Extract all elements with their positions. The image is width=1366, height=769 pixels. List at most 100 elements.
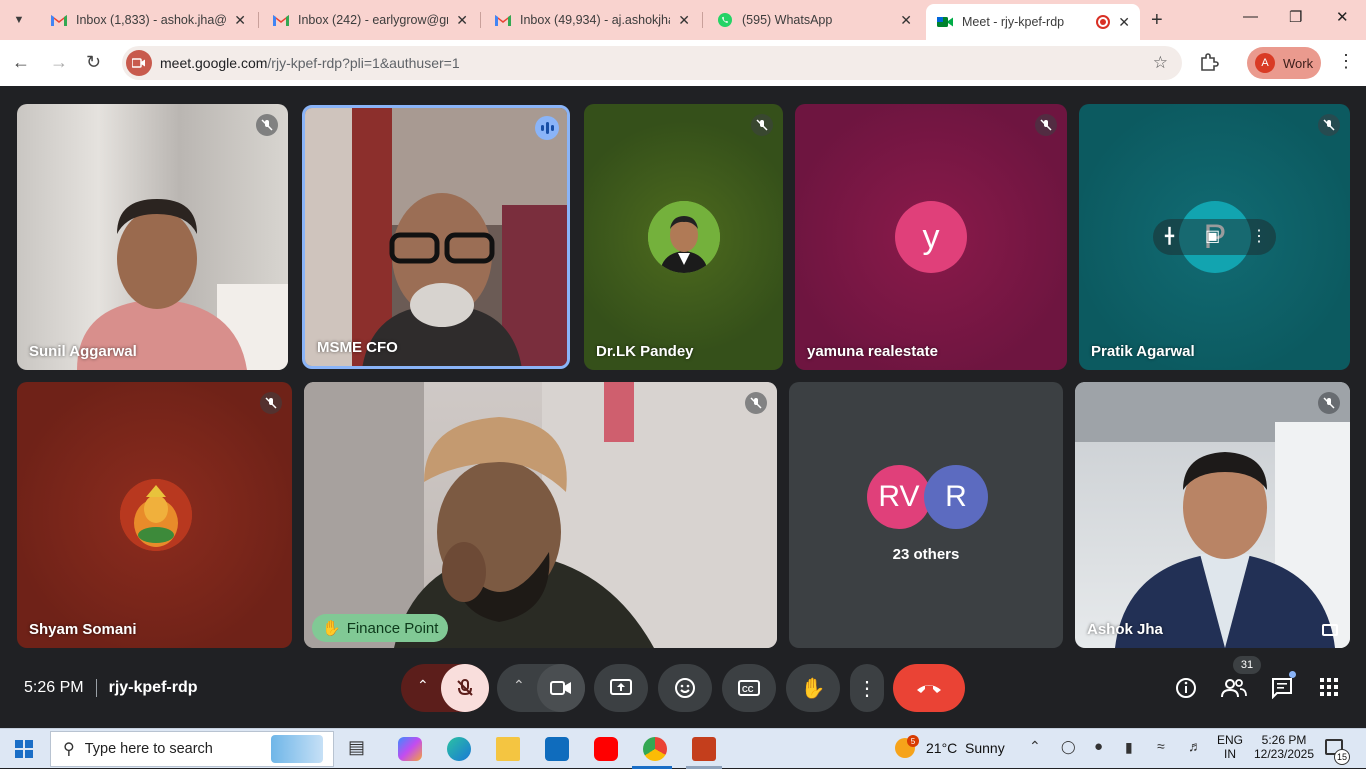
powerpoint-icon[interactable] bbox=[692, 737, 716, 761]
camera-icon bbox=[550, 681, 571, 695]
taskbar-clock[interactable]: 5:26 PM 12/23/2025 bbox=[1251, 733, 1317, 761]
close-tab-icon[interactable]: ✕ bbox=[456, 12, 468, 29]
copilot-icon[interactable] bbox=[398, 737, 422, 761]
edge-browser-icon[interactable] bbox=[447, 737, 471, 761]
tile-hover-menu: ╋ ▣ ⋮ bbox=[1153, 219, 1276, 255]
leave-call-button[interactable] bbox=[893, 664, 965, 712]
tab-meet-active[interactable]: Meet - rjy-kpef-rdp ✕ bbox=[926, 4, 1140, 40]
mic-off-icon bbox=[260, 392, 282, 414]
camera-toggle-button[interactable] bbox=[537, 664, 585, 712]
weather-desc[interactable]: Sunny bbox=[965, 740, 1005, 756]
tab-whatsapp[interactable]: (595) WhatsApp ✕ bbox=[706, 4, 922, 36]
youtube-icon[interactable] bbox=[594, 737, 618, 761]
participant-tile[interactable]: Shyam Somani bbox=[17, 382, 292, 648]
mic-control-group: ⌃ bbox=[401, 664, 489, 712]
outlook-icon[interactable] bbox=[545, 737, 569, 761]
fullscreen-icon[interactable]: ▣ bbox=[1205, 226, 1220, 246]
taskbar-search-box[interactable]: ⚲ Type here to search bbox=[50, 731, 334, 767]
search-icon: ⚲ bbox=[63, 741, 75, 758]
present-screen-button[interactable] bbox=[594, 664, 648, 712]
more-options-button[interactable]: ⋮ bbox=[850, 664, 884, 712]
chat-button[interactable] bbox=[1271, 671, 1296, 704]
apps-grid-icon bbox=[1320, 678, 1338, 696]
task-view-icon[interactable]: ▤ bbox=[348, 737, 372, 761]
mic-off-icon bbox=[1035, 114, 1057, 136]
meeting-details-button[interactable] bbox=[1175, 677, 1197, 704]
participant-tile[interactable]: Sunil Aggarwal bbox=[17, 104, 288, 370]
captions-button[interactable]: CC bbox=[722, 664, 776, 712]
weather-temp[interactable]: 21°C bbox=[926, 740, 957, 756]
mic-toggle-button[interactable] bbox=[441, 664, 489, 712]
camera-control-group: ⌃ bbox=[497, 664, 585, 712]
chrome-icon[interactable] bbox=[643, 737, 667, 761]
participant-name: Shyam Somani bbox=[29, 621, 137, 638]
whatsapp-icon bbox=[718, 13, 732, 27]
participant-avatar: y bbox=[895, 201, 967, 273]
tab-divider bbox=[258, 12, 259, 28]
browser-menu-icon[interactable]: ⋮ bbox=[1337, 51, 1355, 72]
close-tab-icon[interactable]: ✕ bbox=[678, 12, 690, 29]
bookmark-star-icon[interactable]: ☆ bbox=[1153, 53, 1168, 73]
participant-tile[interactable]: ✋ Finance Point bbox=[304, 382, 777, 648]
others-avatar: R bbox=[924, 465, 988, 529]
search-highlight-image bbox=[271, 735, 323, 763]
mic-off-icon bbox=[745, 392, 767, 414]
clock-date: 12/23/2025 bbox=[1253, 747, 1315, 761]
tab-gmail-1[interactable]: Inbox (1,833) - ashok.jha@re ✕ bbox=[40, 4, 256, 36]
browser-toolbar: ← → ↻ meet.google.com/rjy-kpef-rdp?pli=1… bbox=[0, 40, 1366, 86]
tab-gmail-2[interactable]: Inbox (242) - earlygrow@gm ✕ bbox=[262, 4, 478, 36]
tray-chevron-up-icon[interactable]: ⌃ bbox=[1029, 738, 1041, 755]
others-tile[interactable]: RV R 23 others bbox=[789, 382, 1063, 648]
speaking-indicator-icon bbox=[535, 116, 559, 140]
svg-text:CC: CC bbox=[742, 685, 754, 694]
participant-name: Pratik Agarwal bbox=[1091, 343, 1195, 360]
camera-options-chevron-icon[interactable]: ⌃ bbox=[513, 677, 525, 694]
participant-tile-speaking[interactable]: MSME CFO bbox=[302, 105, 570, 369]
participant-video bbox=[304, 382, 777, 648]
extensions-puzzle-icon[interactable] bbox=[1199, 52, 1219, 72]
mic-off-icon bbox=[1318, 392, 1340, 414]
raise-hand-button[interactable]: ✋ bbox=[786, 664, 840, 712]
minimize-icon[interactable]: — bbox=[1243, 8, 1258, 25]
participant-tile[interactable]: y yamuna realestate bbox=[795, 104, 1067, 370]
tray-wifi-icon[interactable]: ≈ bbox=[1157, 738, 1165, 754]
tab-divider bbox=[702, 12, 703, 28]
activities-button[interactable] bbox=[1319, 677, 1339, 702]
people-button[interactable] bbox=[1221, 677, 1247, 704]
url-host: meet.google.com bbox=[160, 55, 268, 71]
back-arrow-icon[interactable]: ← bbox=[12, 52, 30, 73]
participant-tile[interactable]: Ashok Jha bbox=[1075, 382, 1350, 648]
language-indicator[interactable]: ENG IN bbox=[1216, 733, 1244, 761]
forward-arrow-icon[interactable]: → bbox=[50, 52, 68, 73]
profile-chip[interactable]: A Work bbox=[1247, 47, 1321, 79]
tray-battery-icon[interactable]: ▮ bbox=[1125, 739, 1133, 756]
participant-tile[interactable]: Dr.LK Pandey bbox=[584, 104, 783, 370]
close-window-icon[interactable]: ✕ bbox=[1336, 8, 1349, 26]
new-tab-button[interactable]: + bbox=[1151, 10, 1163, 30]
restore-icon[interactable]: ❐ bbox=[1289, 8, 1302, 26]
more-vert-icon: ⋮ bbox=[857, 677, 877, 700]
file-explorer-icon[interactable] bbox=[496, 737, 520, 761]
tab-gmail-3[interactable]: Inbox (49,934) - aj.ashokjha( ✕ bbox=[484, 4, 700, 36]
close-tab-icon[interactable]: ✕ bbox=[1118, 14, 1130, 31]
tray-volume-icon[interactable]: ♬ bbox=[1188, 738, 1202, 754]
tray-camera-icon[interactable]: ◯ bbox=[1061, 739, 1076, 755]
recording-icon bbox=[1096, 15, 1111, 29]
emoji-reaction-button[interactable] bbox=[658, 664, 712, 712]
windows-start-icon[interactable] bbox=[15, 740, 33, 758]
close-tab-icon[interactable]: ✕ bbox=[234, 12, 246, 29]
more-options-icon[interactable]: ⋮ bbox=[1251, 226, 1267, 246]
divider bbox=[95, 679, 97, 697]
close-tab-icon[interactable]: ✕ bbox=[900, 12, 912, 29]
tab-search-button[interactable]: ▼ bbox=[6, 8, 32, 32]
address-bar[interactable]: meet.google.com/rjy-kpef-rdp?pli=1&authu… bbox=[122, 46, 1182, 80]
pin-icon[interactable]: ╋ bbox=[1165, 227, 1174, 245]
tab-label: Inbox (1,833) - ashok.jha@re bbox=[76, 13, 227, 27]
mic-off-icon bbox=[457, 679, 473, 696]
mic-options-chevron-icon[interactable]: ⌃ bbox=[417, 677, 429, 694]
tab-label: Inbox (49,934) - aj.ashokjha( bbox=[520, 13, 671, 27]
tray-microphone-icon[interactable]: ● bbox=[1094, 738, 1103, 755]
picture-in-picture-icon[interactable] bbox=[1322, 624, 1338, 636]
unread-dot bbox=[1289, 671, 1296, 678]
reload-icon[interactable]: ↻ bbox=[86, 52, 101, 73]
